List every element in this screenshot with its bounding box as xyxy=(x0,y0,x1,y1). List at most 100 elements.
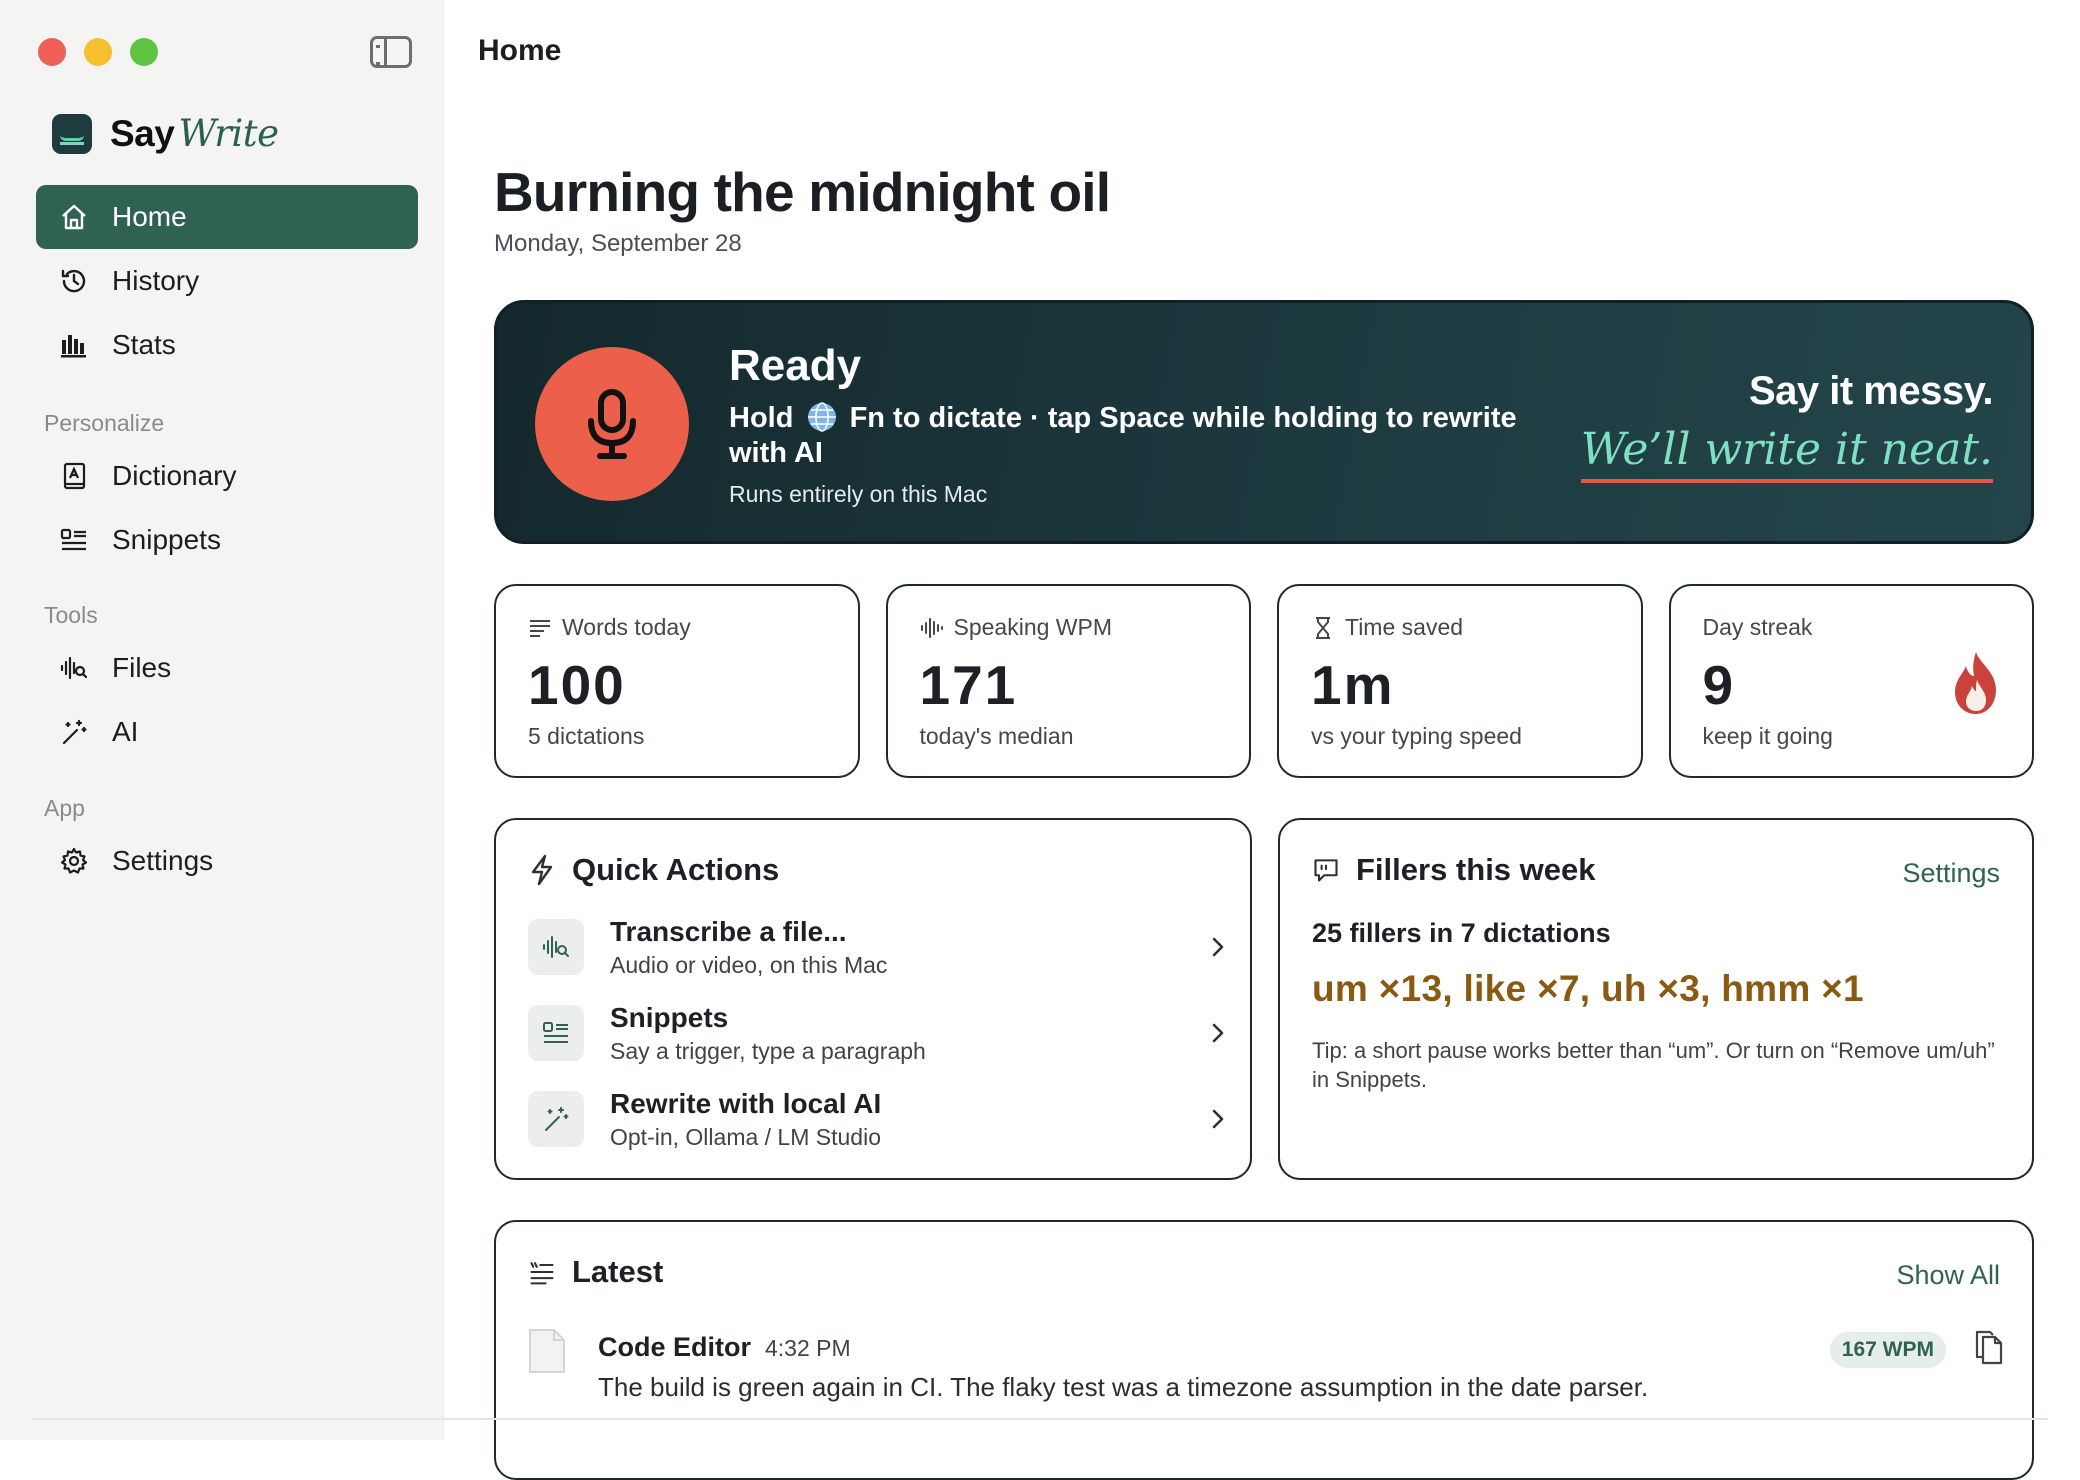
stat-sub: today's median xyxy=(919,723,1074,749)
quote-list-icon xyxy=(530,1262,554,1285)
chevron-right-icon xyxy=(1212,937,1224,957)
main-nav: Home History Stats xyxy=(36,185,418,377)
sidebar-item-label: History xyxy=(112,265,200,296)
sidebar-item-label: Stats xyxy=(112,329,176,360)
card-title-text: Latest xyxy=(572,1254,664,1289)
quick-action-title: Transcribe a file... xyxy=(610,915,847,947)
list-divider xyxy=(32,1418,2048,1420)
snippets-icon xyxy=(58,524,90,556)
hourglass-icon xyxy=(1316,616,1330,639)
brand-write: Write xyxy=(178,112,279,155)
tagline-line-2: We’ll write it neat. xyxy=(1580,424,1993,483)
sidebar-item-label: Home xyxy=(112,201,187,232)
snippets-icon xyxy=(528,1005,584,1061)
fillers-count: 25 fillers in 7 dictations xyxy=(1312,918,1611,948)
microphone-button[interactable] xyxy=(535,347,689,501)
sidebar-item-stats[interactable]: Stats xyxy=(36,313,418,377)
waveform-search-icon xyxy=(528,919,584,975)
quick-action-transcribe[interactable]: Transcribe a file... Audio or video, on … xyxy=(528,912,1228,982)
fillers-settings-link[interactable]: Settings xyxy=(1902,858,2000,889)
minimize-window-button[interactable] xyxy=(84,38,112,66)
stat-value: 1m xyxy=(1311,654,1395,716)
sidebar-toggle-icon[interactable] xyxy=(370,36,412,68)
dictation-hero: Ready Hold Fn to dictate · tap Space whi… xyxy=(494,300,2034,544)
app-logo-icon xyxy=(52,113,92,154)
quick-action-desc: Opt-in, Ollama / LM Studio xyxy=(610,1123,881,1150)
dictation-status: Ready xyxy=(729,341,862,390)
wpm-badge: 167 WPM xyxy=(1829,1332,1946,1368)
stats-icon xyxy=(58,329,90,361)
home-icon xyxy=(58,201,90,233)
waveform-icon xyxy=(920,617,943,638)
window-title: Home xyxy=(478,34,562,67)
flame-icon xyxy=(1955,652,1996,714)
page-title: Burning the midnight oil xyxy=(494,161,1111,223)
quick-action-snippets[interactable]: Snippets Say a trigger, type a paragraph xyxy=(528,998,1228,1068)
latest-title: Latest xyxy=(528,1254,663,1290)
latest-app-name: Code Editor xyxy=(598,1332,751,1362)
stat-label-text: Words today xyxy=(562,614,691,640)
fillers-card: Fillers this week Settings 25 fillers in… xyxy=(1278,818,2034,1180)
sidebar-item-dictionary[interactable]: Dictionary xyxy=(36,444,418,508)
copy-icon[interactable] xyxy=(1974,1330,2004,1366)
stat-label-text: Speaking WPM xyxy=(953,614,1113,640)
brand-say: Say xyxy=(110,113,175,154)
tagline-line-1: Say it messy. xyxy=(1748,369,1994,413)
document-icon xyxy=(529,1329,565,1373)
quick-action-title: Rewrite with local AI xyxy=(610,1087,882,1119)
section-label-tools: Tools xyxy=(44,601,98,628)
bolt-icon xyxy=(531,854,553,886)
waveform-search-icon xyxy=(58,652,90,684)
app-section: App Settings xyxy=(36,787,418,893)
text-lines-icon xyxy=(530,619,550,637)
chevron-right-icon xyxy=(1212,1109,1224,1129)
latest-timestamp: 4:32 PM xyxy=(765,1335,851,1361)
quick-action-desc: Audio or video, on this Mac xyxy=(610,951,888,978)
stat-card-streak: Day streak 9 keep it going xyxy=(1668,584,2034,778)
latest-card: Latest Show All Code Editor 4:32 PM The b… xyxy=(494,1220,2034,1480)
quick-action-text: Rewrite with local AI Opt-in, Ollama / L… xyxy=(610,1088,1206,1151)
stat-label: Speaking WPM xyxy=(920,614,1250,641)
section-label-app: App xyxy=(44,794,85,821)
sidebar-item-label: AI xyxy=(112,716,139,747)
stat-label: Words today xyxy=(528,614,858,641)
date-label: Monday, September 28 xyxy=(494,230,742,257)
stat-label: Day streak xyxy=(1703,614,2033,641)
sidebar-item-home[interactable]: Home xyxy=(36,185,418,249)
close-window-button[interactable] xyxy=(38,38,66,66)
quick-actions-card: Quick Actions Transcribe a file... Audio… xyxy=(494,818,1252,1180)
sidebar-item-history[interactable]: History xyxy=(36,249,418,313)
history-icon xyxy=(58,265,90,297)
stat-sub: keep it going xyxy=(1702,723,1833,749)
window-controls xyxy=(38,38,158,66)
stat-value: 171 xyxy=(919,654,1018,716)
show-all-link[interactable]: Show All xyxy=(1896,1260,2000,1291)
stats-row: Words today 100 5 dictations Speaking WP… xyxy=(494,584,2034,778)
hint-text: Fn to dictate · tap Space while holding … xyxy=(729,402,1517,469)
tagline: Say it messy. We’ll write it neat. xyxy=(1580,369,1994,483)
sidebar-item-label: Settings xyxy=(112,845,214,876)
latest-entry[interactable]: Code Editor 4:32 PM The build is green ag… xyxy=(528,1328,2004,1408)
quick-action-rewrite-ai[interactable]: Rewrite with local AI Opt-in, Ollama / L… xyxy=(528,1084,1228,1154)
sidebar-item-label: Files xyxy=(112,652,172,683)
card-title-text: Fillers this week xyxy=(1356,852,1596,887)
microphone-icon xyxy=(588,389,636,459)
sidebar-item-files[interactable]: Files xyxy=(36,636,418,700)
sidebar-item-ai[interactable]: AI xyxy=(36,700,418,764)
sidebar-item-settings[interactable]: Settings xyxy=(36,829,418,893)
dictation-hint: Hold Fn to dictate · tap Space while hol… xyxy=(729,401,1529,471)
tools-section: Tools Files AI xyxy=(36,594,418,764)
quick-action-desc: Say a trigger, type a paragraph xyxy=(610,1037,926,1064)
zoom-window-button[interactable] xyxy=(130,38,158,66)
fillers-tip: Tip: a short pause works better than “um… xyxy=(1312,1038,1995,1092)
sidebar-item-snippets[interactable]: Snippets xyxy=(36,508,418,572)
chevron-right-icon xyxy=(1212,1023,1224,1043)
hint-hold: Hold xyxy=(729,402,794,434)
speech-bubble-icon xyxy=(1314,859,1338,882)
section-label-personalize: Personalize xyxy=(44,409,165,436)
fillers-title: Fillers this week xyxy=(1312,852,1596,888)
magic-wand-icon xyxy=(528,1091,584,1147)
fillers-list: um ×13, like ×7, uh ×3, hmm ×1 xyxy=(1312,968,1864,1009)
stat-card-words: Words today 100 5 dictations xyxy=(494,584,860,778)
quick-action-text: Transcribe a file... Audio or video, on … xyxy=(610,916,1206,979)
